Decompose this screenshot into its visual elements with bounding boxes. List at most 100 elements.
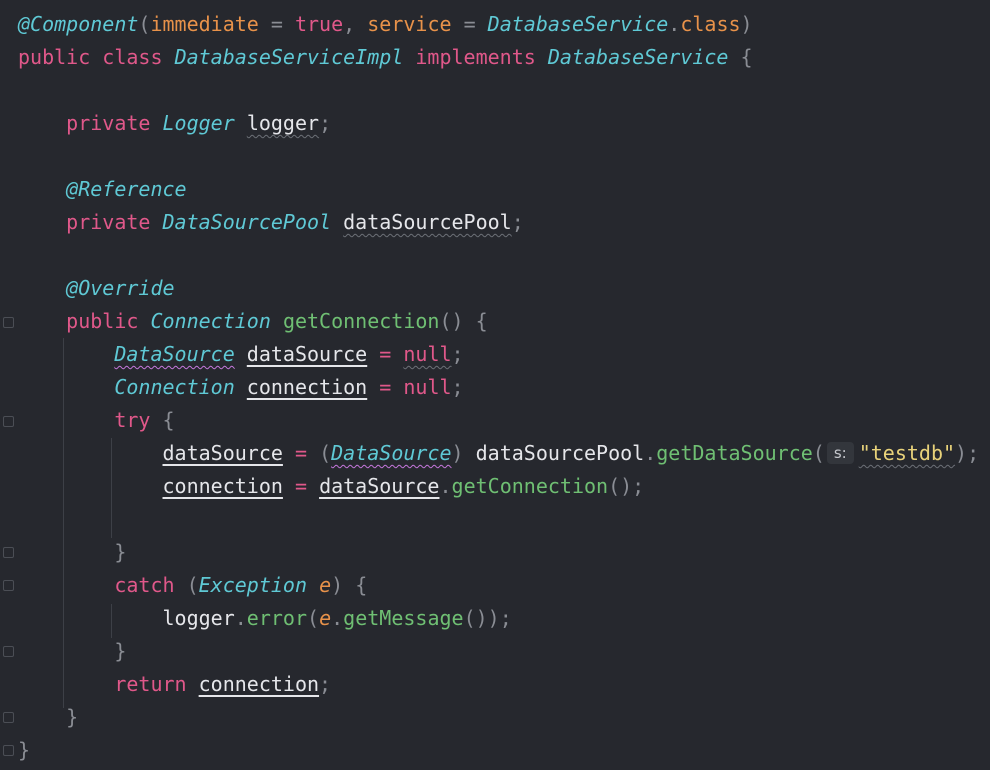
- punctuation: ,: [343, 12, 368, 36]
- code-line-13[interactable]: try {: [18, 404, 175, 437]
- punctuation: );: [955, 441, 980, 465]
- type-name: DataSource: [331, 441, 452, 465]
- method-call: getMessage: [343, 606, 464, 630]
- punctuation: (): [439, 309, 464, 333]
- operator: =: [294, 441, 308, 465]
- code-line-10[interactable]: public Connection getConnection() {: [18, 305, 488, 338]
- annotation: @Component: [18, 12, 139, 36]
- code-line-6[interactable]: @Reference: [18, 173, 187, 206]
- punctuation: (: [307, 606, 320, 630]
- code-line-20[interactable]: }: [18, 635, 126, 668]
- brace: {: [162, 408, 175, 432]
- parameter-name: e: [319, 573, 332, 597]
- code-line-17[interactable]: }: [18, 536, 126, 569]
- brace: }: [114, 540, 127, 564]
- punctuation: .: [439, 474, 452, 498]
- string-literal: "testdb": [858, 441, 956, 465]
- code-line-23[interactable]: }: [18, 734, 30, 767]
- brace: {: [740, 45, 753, 69]
- punctuation: ): [451, 441, 464, 465]
- fold-marker-icon[interactable]: [3, 646, 14, 657]
- punctuation: .: [668, 12, 681, 36]
- variable-name: connection: [246, 375, 368, 399]
- variable-name: connection: [162, 474, 283, 498]
- keyword: null: [403, 342, 452, 366]
- parameter-reference: e: [319, 606, 332, 630]
- code-line-18[interactable]: catch (Exception e) {: [18, 569, 367, 602]
- code-line-15[interactable]: connection = dataSource.getConnection();: [18, 470, 645, 503]
- keyword: try: [114, 408, 151, 432]
- keyword: private: [66, 111, 151, 135]
- method-call: getConnection: [451, 474, 609, 498]
- code-line-12[interactable]: Connection connection = null;: [18, 371, 464, 404]
- keyword: implements: [415, 45, 536, 69]
- annotation-attribute: immediate: [150, 12, 259, 36]
- punctuation: ;: [451, 342, 464, 366]
- brace: }: [114, 639, 127, 663]
- type-name: DataSource: [114, 342, 235, 366]
- keyword: null: [403, 375, 452, 399]
- fold-marker-icon[interactable]: [3, 712, 14, 723]
- operator: =: [379, 375, 392, 399]
- brace: {: [475, 309, 488, 333]
- punctuation: ;: [451, 375, 464, 399]
- keyword: catch: [114, 573, 175, 597]
- punctuation: ;: [319, 111, 332, 135]
- type-name: DataSourcePool: [162, 210, 332, 234]
- keyword: public: [66, 309, 139, 333]
- code-line-7[interactable]: private DataSourcePool dataSourcePool;: [18, 206, 524, 239]
- fold-marker-icon[interactable]: [3, 547, 14, 558]
- field-reference: dataSourcePool: [475, 441, 645, 465]
- parameter-hint: s:: [826, 442, 854, 464]
- code-line-11[interactable]: DataSource dataSource = null;: [18, 338, 464, 371]
- fold-marker-icon[interactable]: [3, 745, 14, 756]
- fold-marker-icon[interactable]: [3, 580, 14, 591]
- type-name: Connection: [150, 309, 271, 333]
- code-line-2[interactable]: public class DatabaseServiceImpl impleme…: [18, 41, 753, 74]
- annotation: @Reference: [66, 177, 187, 201]
- fold-marker-icon[interactable]: [3, 317, 14, 328]
- variable-name: dataSource: [319, 474, 440, 498]
- method-name: getConnection: [282, 309, 440, 333]
- code-line-21[interactable]: return connection;: [18, 668, 331, 701]
- variable-name: dataSource: [162, 441, 283, 465]
- punctuation: .: [234, 606, 247, 630]
- operator: =: [294, 474, 308, 498]
- field-reference: logger: [162, 606, 235, 630]
- type-name: Logger: [162, 111, 235, 135]
- method-call: getDataSource: [656, 441, 813, 465]
- field-name: dataSourcePool: [343, 210, 512, 234]
- punctuation: (: [186, 573, 199, 597]
- type-name: DatabaseService: [487, 12, 669, 36]
- class-name: DatabaseServiceImpl: [174, 45, 404, 69]
- brace: }: [18, 738, 31, 762]
- operator: =: [451, 12, 488, 36]
- field-name: logger: [246, 111, 320, 135]
- variable-name: connection: [198, 672, 320, 696]
- fold-marker-icon[interactable]: [3, 416, 14, 427]
- code-line-19[interactable]: logger.error(e.getMessage());: [18, 602, 512, 635]
- keyword: return: [114, 672, 187, 696]
- punctuation: (: [812, 441, 825, 465]
- code-line-22[interactable]: }: [18, 701, 78, 734]
- code-line-1[interactable]: @Component(immediate = true, service = D…: [18, 8, 753, 41]
- code-line-9[interactable]: @Override: [18, 272, 174, 305]
- code-editor[interactable]: @Component(immediate = true, service = D…: [0, 0, 990, 770]
- method-call: error: [246, 606, 308, 630]
- punctuation: (: [138, 12, 151, 36]
- code-line-4[interactable]: private Logger logger;: [18, 107, 331, 140]
- type-name: Exception: [198, 573, 308, 597]
- punctuation: ());: [463, 606, 512, 630]
- punctuation: .: [644, 441, 657, 465]
- code-line-14[interactable]: dataSource = ( DataSource) dataSourcePool…: [18, 437, 980, 470]
- keyword: public: [18, 45, 91, 69]
- punctuation: ): [740, 12, 753, 36]
- variable-name: dataSource: [246, 342, 368, 366]
- keyword: private: [66, 210, 151, 234]
- type-name: DatabaseService: [547, 45, 729, 69]
- punctuation: ;: [511, 210, 524, 234]
- operator: =: [258, 12, 295, 36]
- type-name: Connection: [114, 375, 235, 399]
- punctuation: ();: [608, 474, 645, 498]
- keyword: class: [102, 45, 163, 69]
